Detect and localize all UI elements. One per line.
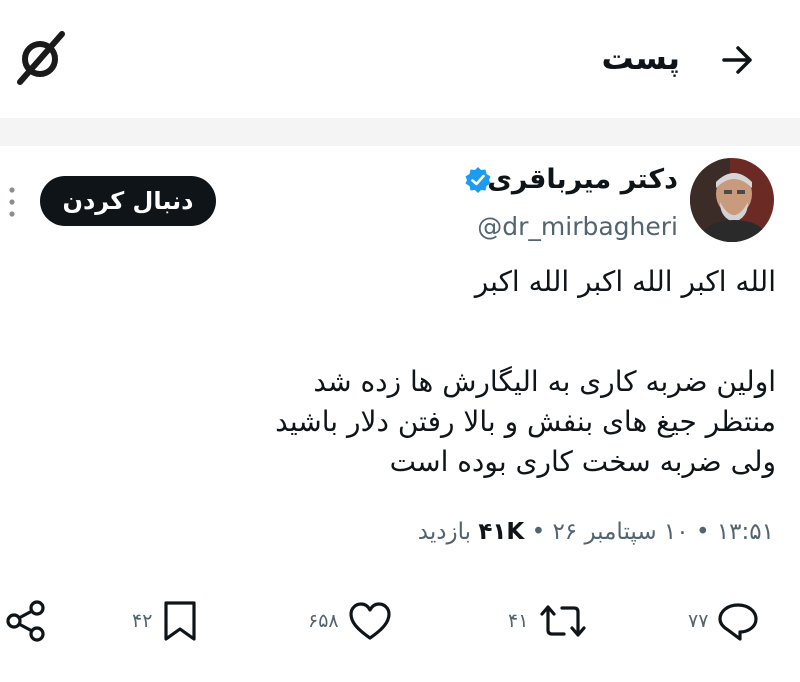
- bookmark-icon: [164, 601, 197, 641]
- follow-button[interactable]: دنبال کردن: [40, 176, 216, 226]
- retweet-count: ۴۱: [508, 610, 529, 632]
- bookmark-count: ۴۲: [132, 610, 153, 632]
- share-icon: [6, 600, 45, 642]
- avatar[interactable]: [690, 158, 774, 242]
- heart-icon: [349, 602, 391, 640]
- meta-separator: •: [531, 519, 546, 545]
- retweet-button[interactable]: ۴۱: [508, 596, 590, 646]
- tweet-line: الله اکبر الله اکبر الله اکبر: [474, 265, 776, 298]
- views-label: بازدید: [417, 519, 472, 545]
- like-count: ۶۵۸: [308, 610, 339, 632]
- tweet-line: ولی ضربه سخت کاری بوده است: [389, 445, 776, 478]
- tweet-line: منتظر جیغ های بنفش و بالا رفتن دلار باشی…: [275, 405, 776, 438]
- page-title: پست: [601, 39, 680, 77]
- tweet-time: ۱۳:۵۱: [716, 519, 774, 545]
- views-count[interactable]: ۴۱K: [478, 519, 524, 545]
- bookmark-button[interactable]: ۴۲: [132, 596, 200, 646]
- author-name[interactable]: دکتر میرباقری: [487, 162, 678, 198]
- reply-button[interactable]: ۷۷: [688, 596, 760, 646]
- author-handle[interactable]: @dr_mirbagheri: [477, 210, 678, 244]
- arrow-right-icon[interactable]: [718, 42, 758, 78]
- tweet-date: ۱۰ سپتامبر ۲۶: [552, 519, 689, 545]
- tweet-text: الله اکبر الله اکبر الله اکبر اولین ضربه…: [76, 262, 776, 482]
- like-button[interactable]: ۶۵۸: [308, 596, 393, 646]
- meta-separator: •: [695, 519, 710, 545]
- header-bar: پست: [0, 0, 800, 118]
- reply-icon: [718, 603, 759, 641]
- retweet-icon: [540, 605, 587, 637]
- tweet-meta: ۱۳:۵۱ • ۱۰ سپتامبر ۲۶ • ۴۱K بازدید: [418, 514, 774, 550]
- verified-badge-icon: [465, 167, 491, 193]
- app-logo-icon[interactable]: [12, 28, 68, 88]
- reply-count: ۷۷: [688, 610, 709, 632]
- tweet-line: اولین ضربه کاری به الیگارش ها زده شد: [313, 365, 776, 398]
- share-button[interactable]: [4, 596, 48, 646]
- section-divider: [0, 118, 800, 146]
- more-options-icon[interactable]: [6, 184, 18, 220]
